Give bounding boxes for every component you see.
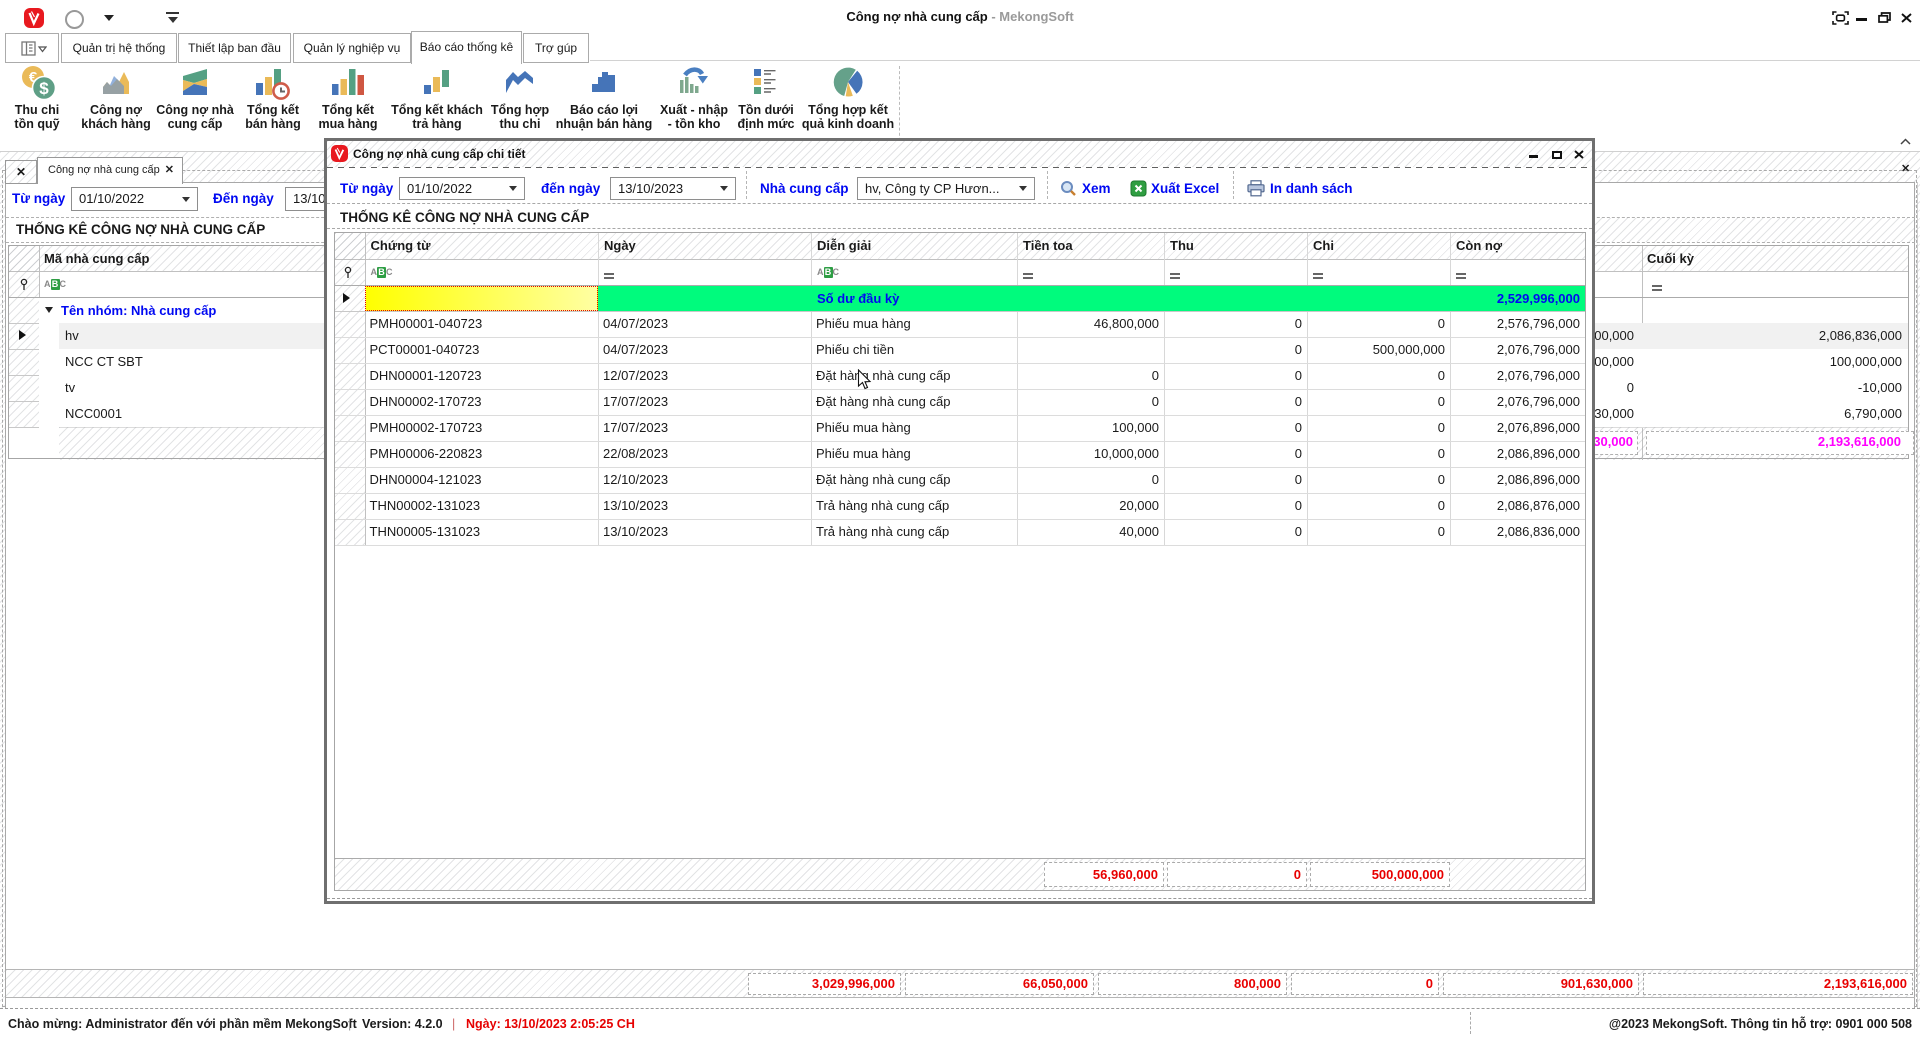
svg-text:$: $: [39, 79, 49, 98]
